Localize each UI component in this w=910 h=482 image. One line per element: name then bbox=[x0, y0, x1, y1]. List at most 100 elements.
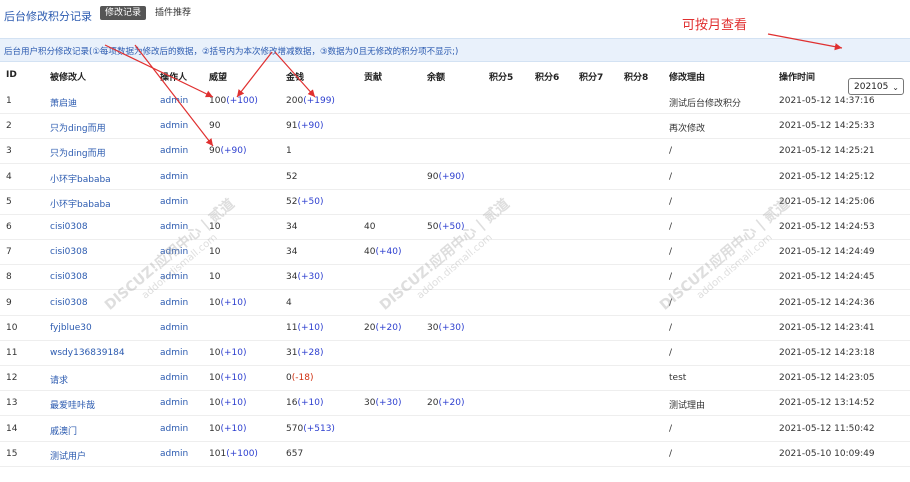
cell-user[interactable]: cisi0308 bbox=[50, 222, 88, 232]
cell-delta: (+10) bbox=[220, 297, 247, 308]
col-operator: 操作人 bbox=[160, 73, 188, 83]
cell-money: 52 bbox=[286, 172, 297, 182]
cell-value: 10 bbox=[209, 373, 221, 384]
cell-balance: 20(+20) bbox=[427, 398, 464, 408]
cell-user[interactable]: 只为ding而用 bbox=[50, 146, 106, 159]
cell-operator[interactable]: admin bbox=[160, 247, 188, 257]
cell-operator[interactable]: admin bbox=[160, 373, 188, 383]
cell-user[interactable]: fyjblue30 bbox=[50, 323, 92, 333]
cell-operator[interactable]: admin bbox=[160, 96, 188, 106]
cell-id: 5 bbox=[6, 196, 12, 207]
cell-user[interactable]: 萧启迪 bbox=[50, 96, 77, 109]
cell-prestige: 10(+10) bbox=[209, 373, 246, 383]
cell-delta: (+10) bbox=[297, 322, 324, 333]
table-row: 13 最爱哇咔哉 admin 10(+10) 16(+10) 30(+30) 20(+20)… bbox=[0, 390, 910, 417]
cell-value: 40 bbox=[364, 247, 376, 258]
cell-reason: / bbox=[669, 222, 673, 232]
cell-money: 657 bbox=[286, 449, 303, 459]
cell-id: 2 bbox=[6, 121, 12, 132]
cell-delta: (+40) bbox=[375, 247, 402, 258]
cell-delta: (+20) bbox=[375, 322, 402, 333]
cell-user[interactable]: 小环宇bababa bbox=[50, 197, 111, 210]
cell-reason: / bbox=[669, 146, 673, 157]
cell-delta: (+90) bbox=[438, 171, 465, 182]
cell-value: 30 bbox=[427, 322, 439, 333]
col-points5: 积分5 bbox=[489, 73, 514, 83]
cell-value: 52 bbox=[286, 171, 298, 182]
cell-reason: / bbox=[669, 171, 673, 182]
cell-time: 2021-05-12 14:23:05 bbox=[779, 373, 875, 384]
cell-value: 91 bbox=[286, 121, 298, 132]
cell-operator[interactable]: admin bbox=[160, 348, 188, 358]
cell-money: 1 bbox=[286, 146, 292, 156]
cell-operator[interactable]: admin bbox=[160, 323, 188, 333]
col-points8: 积分8 bbox=[624, 73, 649, 83]
cell-id: 8 bbox=[6, 272, 12, 283]
cell-operator[interactable]: admin bbox=[160, 424, 188, 434]
cell-id: 3 bbox=[6, 146, 12, 157]
cell-operator[interactable]: admin bbox=[160, 298, 188, 308]
cell-user[interactable]: 只为ding而用 bbox=[50, 121, 106, 134]
cell-time: 2021-05-12 11:50:42 bbox=[779, 423, 875, 434]
cell-operator[interactable]: admin bbox=[160, 197, 188, 207]
cell-user[interactable]: 请求 bbox=[50, 373, 68, 386]
cell-delta: (+10) bbox=[220, 398, 247, 409]
cell-value: 20 bbox=[427, 398, 439, 409]
cell-value: 90 bbox=[209, 121, 221, 132]
cell-time: 2021-05-12 14:24:53 bbox=[779, 222, 875, 232]
cell-value: 657 bbox=[286, 448, 304, 459]
table-row: 8 cisi0308 admin 10 34(+30) / 2021-05-12 14:24… bbox=[0, 264, 910, 291]
cell-operator[interactable]: admin bbox=[160, 172, 188, 182]
cell-delta: (+10) bbox=[220, 423, 247, 434]
cell-user[interactable]: 最爱哇咔哉 bbox=[50, 398, 95, 411]
cell-user[interactable]: cisi0308 bbox=[50, 272, 88, 282]
col-contrib: 贡献 bbox=[364, 73, 383, 83]
cell-reason: / bbox=[669, 196, 673, 207]
col-user: 被修改人 bbox=[50, 73, 87, 83]
cell-user[interactable]: wsdy136839184 bbox=[50, 348, 125, 358]
tab-plugin-recommend[interactable]: 插件推荐 bbox=[150, 6, 196, 20]
cell-value: 10 bbox=[209, 348, 221, 358]
tab-edit-records[interactable]: 修改记录 bbox=[100, 6, 147, 20]
cell-operator[interactable]: admin bbox=[160, 121, 188, 131]
cell-delta: (+90) bbox=[220, 146, 247, 157]
cell-delta: (+10) bbox=[297, 398, 324, 409]
cell-time: 2021-05-12 14:25:06 bbox=[779, 196, 875, 207]
cell-user[interactable]: cisi0308 bbox=[50, 247, 88, 257]
cell-time: 2021-05-10 10:09:49 bbox=[779, 448, 875, 459]
cell-user[interactable]: cisi0308 bbox=[50, 298, 88, 308]
table-row: 9 cisi0308 admin 10(+10) 4 / 2021-05-12 14:24:… bbox=[0, 290, 910, 316]
cell-delta: (+10) bbox=[220, 373, 247, 384]
cell-user[interactable]: 测试用户 bbox=[50, 449, 86, 462]
cell-value: 50 bbox=[427, 222, 439, 232]
cell-money: 34(+30) bbox=[286, 272, 323, 282]
cell-time: 2021-05-12 14:25:12 bbox=[779, 171, 875, 182]
cell-delta: (+90) bbox=[297, 121, 324, 132]
cell-operator[interactable]: admin bbox=[160, 449, 188, 459]
col-id: ID bbox=[6, 70, 17, 80]
cell-money: 570(+513) bbox=[286, 424, 335, 434]
cell-value: 40 bbox=[364, 222, 376, 232]
cell-value: 34 bbox=[286, 272, 298, 283]
cell-value: 31 bbox=[286, 348, 298, 358]
table-row: 3 只为ding而用 admin 90(+90) 1 / 2021-05-12 14:25:… bbox=[0, 138, 910, 165]
cell-delta: (+50) bbox=[297, 196, 324, 207]
cell-money: 4 bbox=[286, 298, 292, 308]
table-row: 1 萧启迪 admin 100(+100) 200(+199) 测试后台修改积分 2021-… bbox=[0, 88, 910, 114]
cell-value: 100 bbox=[209, 96, 227, 106]
cell-operator[interactable]: admin bbox=[160, 222, 188, 232]
cell-operator[interactable]: admin bbox=[160, 272, 188, 282]
cell-user[interactable]: 小环宇bababa bbox=[50, 172, 111, 185]
table-row: 2 只为ding而用 admin 90 91(+90) 再次修改 2021-05-12 14… bbox=[0, 113, 910, 140]
cell-money: 0(-18) bbox=[286, 373, 313, 383]
cell-id: 14 bbox=[6, 423, 18, 434]
cell-operator[interactable]: admin bbox=[160, 146, 188, 156]
cell-value: 34 bbox=[286, 222, 298, 232]
table-row: 10 fyjblue30 admin 11(+10) 20(+20) 30(+30) / 20… bbox=[0, 315, 910, 341]
cell-time: 2021-05-12 14:24:36 bbox=[779, 297, 875, 308]
cell-reason: / bbox=[669, 322, 673, 333]
cell-delta: (+28) bbox=[297, 348, 324, 358]
col-points7: 积分7 bbox=[579, 73, 604, 83]
cell-operator[interactable]: admin bbox=[160, 398, 188, 408]
cell-user[interactable]: 戚澳门 bbox=[50, 424, 77, 437]
